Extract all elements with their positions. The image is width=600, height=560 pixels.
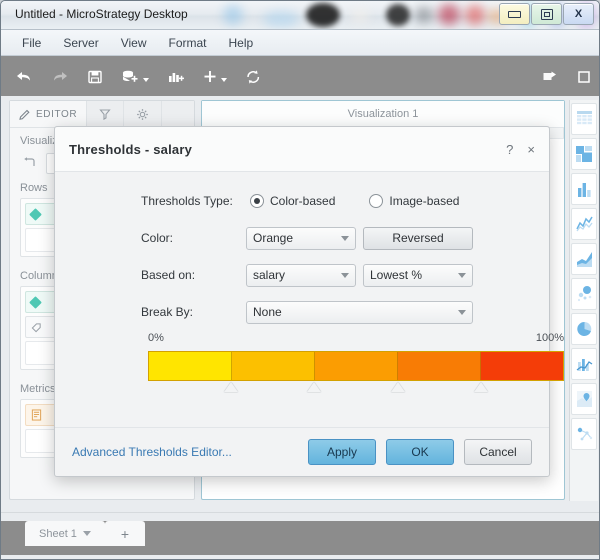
application-window: Untitled - MicroStrategy Desktop X File … (0, 0, 600, 560)
based-on-select[interactable]: salary (246, 264, 356, 287)
threshold-band-5[interactable] (481, 352, 563, 380)
thresholds-bar-section: 0% 100% (148, 332, 564, 395)
reversed-button[interactable]: Reversed (363, 227, 473, 250)
threshold-handle-4[interactable] (474, 382, 488, 392)
dialog-title: Thresholds - salary (69, 142, 192, 157)
chevron-down-icon (341, 236, 349, 241)
ok-button-label: OK (411, 445, 428, 459)
close-icon[interactable]: × (527, 143, 535, 156)
threshold-handle-2[interactable] (307, 382, 321, 392)
break-by-label: Break By: (141, 305, 246, 319)
thresholds-gradient-bar[interactable] (148, 351, 564, 381)
thresholds-bar-labels: 0% 100% (148, 332, 564, 344)
apply-button[interactable]: Apply (308, 439, 376, 465)
reversed-button-label: Reversed (392, 231, 443, 245)
radio-color-based[interactable]: Color-based (250, 194, 335, 208)
break-by-row: Break By: None (55, 301, 549, 323)
break-by-select[interactable]: None (246, 301, 473, 324)
chevron-down-icon (458, 273, 466, 278)
based-on-label: Based on: (141, 268, 246, 282)
radio-image-based[interactable]: Image-based (369, 194, 459, 208)
thresholds-max-label: 100% (536, 332, 564, 344)
metric-mode-select-value: Lowest % (370, 268, 452, 282)
dialog-header: Thresholds - salary ? × (55, 127, 549, 172)
break-by-select-value: None (253, 305, 452, 319)
dialog-body: Thresholds Type: Color-based Image-based… (55, 172, 549, 427)
threshold-band-2[interactable] (232, 352, 315, 380)
color-row: Color: Orange Reversed (55, 227, 549, 249)
dialog-footer-buttons: Apply OK Cancel (308, 439, 532, 465)
chevron-down-icon (341, 273, 349, 278)
radio-image-based-label: Image-based (389, 194, 459, 208)
dialog-header-actions: ? × (506, 143, 535, 156)
advanced-thresholds-editor-link[interactable]: Advanced Thresholds Editor... (72, 445, 232, 459)
threshold-handle-3[interactable] (391, 382, 405, 392)
apply-button-label: Apply (327, 445, 357, 459)
thresholds-dialog: Thresholds - salary ? × Thresholds Type:… (54, 126, 550, 477)
thresholds-type-label: Thresholds Type: (141, 194, 246, 208)
based-on-select-value: salary (253, 268, 335, 282)
chevron-down-icon (458, 310, 466, 315)
help-icon[interactable]: ? (506, 143, 513, 156)
metric-mode-select[interactable]: Lowest % (363, 264, 473, 287)
cancel-button[interactable]: Cancel (464, 439, 532, 465)
thresholds-type-row: Thresholds Type: Color-based Image-based (55, 190, 549, 212)
color-select-value: Orange (253, 231, 335, 245)
based-on-row: Based on: salary Lowest % (55, 264, 549, 286)
threshold-band-1[interactable] (149, 352, 232, 380)
thresholds-handles (148, 381, 564, 395)
radio-color-based-label: Color-based (270, 194, 335, 208)
cancel-button-label: Cancel (479, 445, 516, 459)
color-select[interactable]: Orange (246, 227, 356, 250)
threshold-handle-1[interactable] (224, 382, 238, 392)
thresholds-min-label: 0% (148, 332, 164, 344)
dialog-footer: Advanced Thresholds Editor... Apply OK C… (55, 427, 549, 476)
threshold-band-3[interactable] (315, 352, 398, 380)
radio-indicator (369, 194, 383, 208)
radio-indicator (250, 194, 264, 208)
modal-overlay: Thresholds - salary ? × Thresholds Type:… (1, 1, 600, 560)
ok-button[interactable]: OK (386, 439, 454, 465)
color-label: Color: (141, 231, 246, 245)
threshold-band-4[interactable] (398, 352, 481, 380)
